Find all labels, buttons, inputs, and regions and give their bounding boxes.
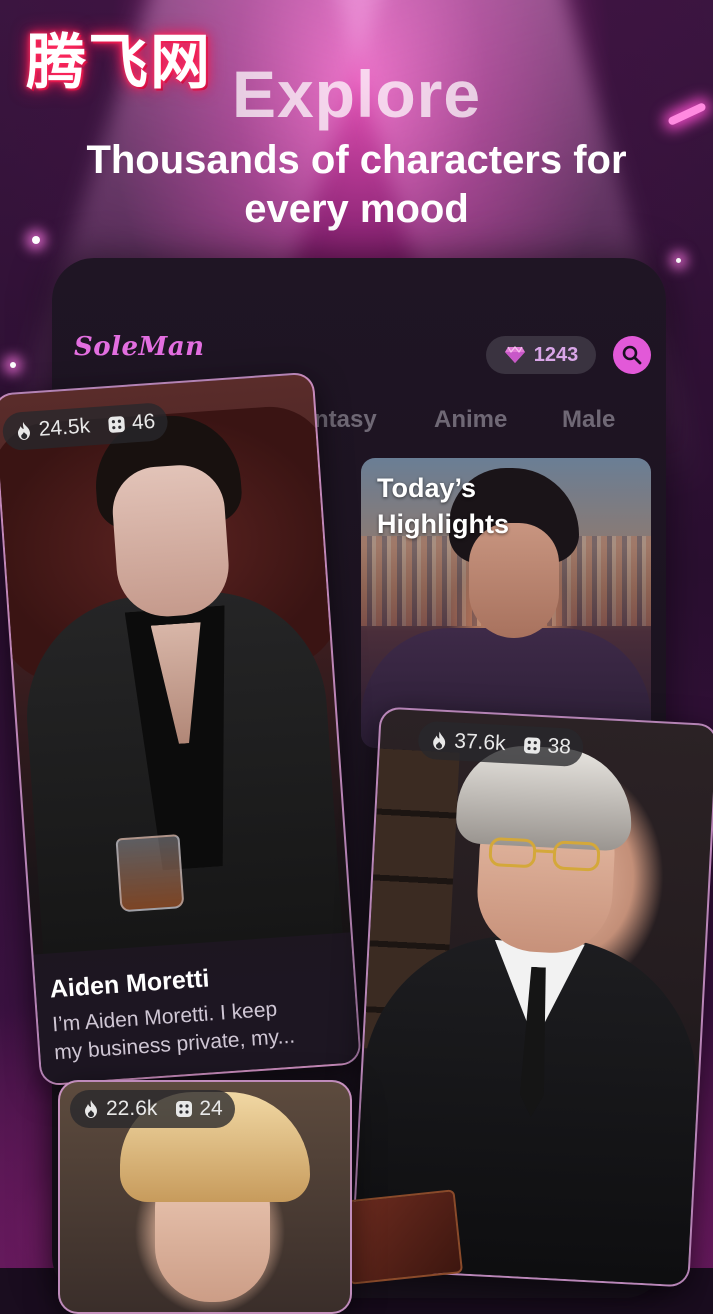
hero-subtitle: Thousands of characters for every mood <box>40 136 673 234</box>
character-name: Aiden Moretti <box>48 964 211 1004</box>
highlights-title-line: Highlights <box>377 509 509 539</box>
glasses-icon <box>488 837 601 872</box>
dice-icon <box>524 737 541 754</box>
gem-count: 1243 <box>533 343 579 366</box>
like-count: 37.6k <box>453 729 507 756</box>
fire-icon <box>17 421 30 440</box>
sparkle <box>676 258 681 263</box>
like-count: 24.5k <box>37 414 91 441</box>
like-count: 22.6k <box>106 1097 158 1120</box>
character-card-aiden[interactable]: 24.5k 46 Aiden Moretti I’m Aiden Moretti… <box>0 371 362 1087</box>
highlights-title: Today’s Highlights <box>377 470 509 542</box>
hero-subtitle-line: every mood <box>244 187 469 231</box>
fire-icon <box>433 731 446 750</box>
search-icon <box>622 345 642 365</box>
character-description: I’m Aiden Moretti. I keep my business pr… <box>51 991 344 1067</box>
whiskey-glass <box>115 834 185 913</box>
gem-balance[interactable]: 1243 <box>486 336 596 374</box>
diamond-icon <box>504 346 525 363</box>
tab-male[interactable]: Male <box>562 406 615 434</box>
dice-icon <box>176 1101 193 1117</box>
hero-subtitle-line: Thousands of characters for <box>86 138 627 182</box>
sparkle <box>32 236 40 244</box>
chat-count: 46 <box>131 409 157 435</box>
fire-icon <box>85 1100 97 1118</box>
leather-book <box>340 1189 464 1285</box>
character-face <box>109 462 232 620</box>
sparkle <box>10 362 16 368</box>
tab-anime[interactable]: Anime <box>434 406 507 434</box>
card-info: Aiden Moretti I’m Aiden Moretti. I keep … <box>33 932 360 1085</box>
character-card-3[interactable]: 22.6k 24 <box>58 1080 352 1314</box>
todays-highlights-card[interactable]: Today’s Highlights <box>361 458 651 748</box>
dice-icon <box>108 416 126 433</box>
highlights-title-line: Today’s <box>377 473 477 503</box>
chat-count: 38 <box>546 734 572 759</box>
watermark-logo: 腾飞网 <box>26 28 212 98</box>
brand-logo: SoleMan <box>74 332 205 362</box>
chat-count: 24 <box>199 1097 223 1120</box>
card-stats: 22.6k 24 <box>70 1090 235 1128</box>
tab-fantasy[interactable]: ntasy <box>314 406 377 434</box>
search-button[interactable] <box>613 336 651 374</box>
